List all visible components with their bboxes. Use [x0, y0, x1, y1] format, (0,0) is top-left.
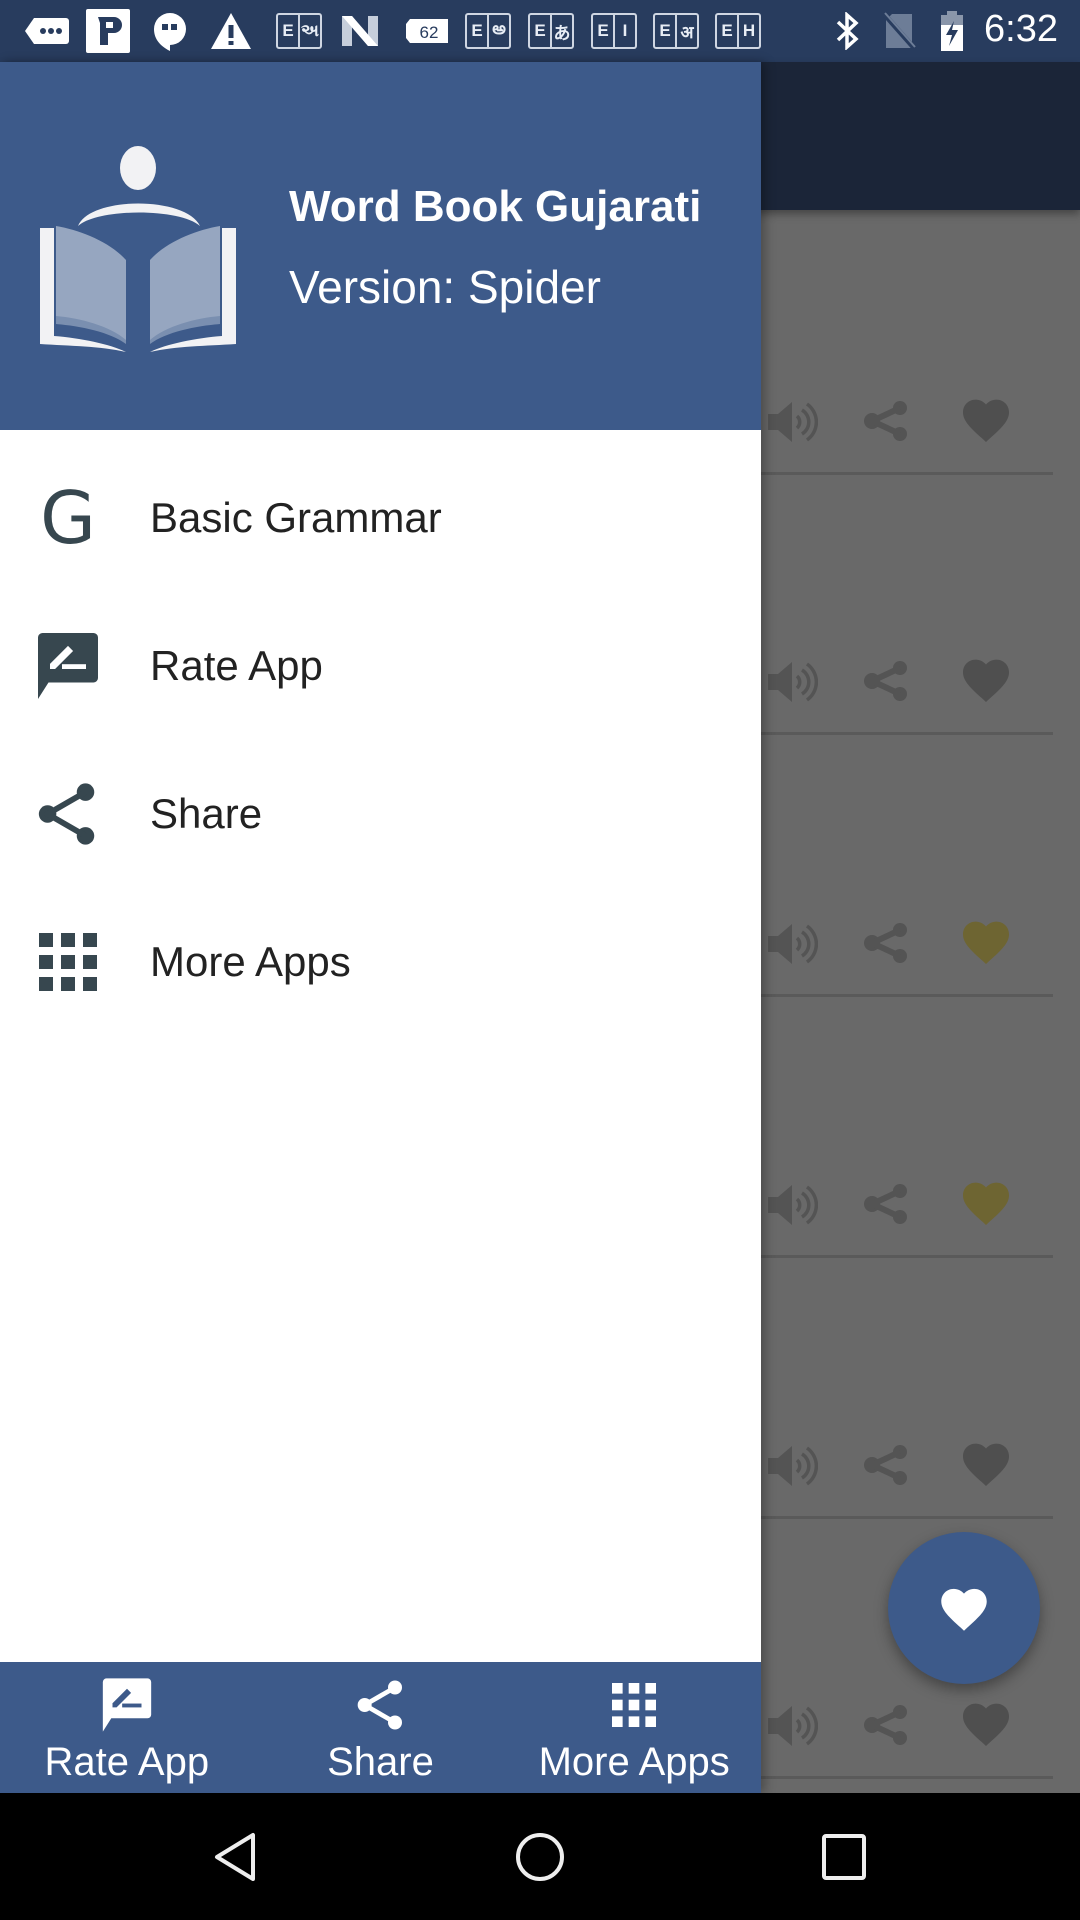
- dictionary-gujarati-icon: Eઅ: [276, 13, 322, 49]
- menu-item-label: Share: [150, 790, 263, 837]
- menu-item-basic-grammar[interactable]: G Basic Grammar: [0, 444, 761, 592]
- bottom-rate-app-button[interactable]: Rate App: [0, 1662, 254, 1793]
- dictionary-eh-icon: EH: [715, 13, 761, 49]
- bottom-item-label: Rate App: [44, 1740, 210, 1784]
- dictionary-hindi-icon: Eअ: [653, 13, 699, 49]
- apps-grid-icon: [28, 922, 108, 1002]
- row-actions: [760, 394, 1060, 454]
- row-actions: [760, 654, 1060, 714]
- menu-item-label: Basic Grammar: [150, 494, 442, 541]
- bottom-more-apps-button[interactable]: More Apps: [507, 1662, 761, 1793]
- speaker-icon[interactable]: [766, 922, 819, 971]
- drawer-header: Word Book Gujarati Version: Spider: [0, 62, 761, 430]
- app-version: Version: Spider: [289, 261, 601, 313]
- word-list-row[interactable]: [760, 737, 1053, 997]
- speaker-icon[interactable]: [766, 660, 819, 709]
- favorite-heart-icon[interactable]: [958, 396, 1014, 447]
- home-icon: [516, 1833, 564, 1881]
- rate-review-icon: [28, 626, 108, 706]
- speaker-icon[interactable]: [766, 400, 819, 449]
- share-icon[interactable]: [862, 400, 910, 447]
- drawer-bottom-bar: Rate App Share More Apps: [0, 1662, 761, 1793]
- more-notifications-icon: [24, 14, 70, 48]
- menu-item-more-apps[interactable]: More Apps: [0, 888, 761, 1036]
- back-button[interactable]: [206, 1829, 266, 1885]
- bottom-item-label: More Apps: [538, 1740, 730, 1784]
- status-bar: Eઅ 62 Eఅ Eあ EI Eअ EH 6:32: [0, 0, 1080, 62]
- row-actions: [760, 1438, 1060, 1498]
- favorite-heart-icon[interactable]: [958, 1700, 1014, 1751]
- word-list-row[interactable]: [760, 998, 1053, 1258]
- favorites-fab[interactable]: [888, 1532, 1040, 1684]
- back-icon: [215, 1833, 255, 1881]
- share-icon[interactable]: [862, 1444, 910, 1491]
- word-list-row[interactable]: [760, 475, 1053, 735]
- hangouts-icon: [152, 13, 188, 51]
- share-icon: [353, 1676, 409, 1734]
- speaker-icon[interactable]: [766, 1444, 819, 1493]
- clock: 6:32: [984, 8, 1058, 50]
- recents-button[interactable]: [814, 1829, 874, 1885]
- navigation-drawer: Word Book Gujarati Version: Spider G Bas…: [0, 62, 761, 1793]
- apps-grid-icon: [612, 1676, 657, 1734]
- home-button[interactable]: [510, 1829, 570, 1885]
- dictionary-ei-icon: EI: [591, 13, 637, 49]
- recents-icon: [822, 1834, 866, 1880]
- system-navigation-bar: [0, 1793, 1080, 1920]
- menu-item-rate-app[interactable]: Rate App: [0, 592, 761, 740]
- svg-text:62: 62: [420, 23, 439, 42]
- bottom-share-button[interactable]: Share: [254, 1662, 508, 1793]
- share-icon[interactable]: [862, 1704, 910, 1751]
- grammar-g-icon: G: [40, 476, 96, 560]
- favorite-heart-icon[interactable]: [958, 1440, 1014, 1491]
- bluetooth-icon: [834, 12, 862, 50]
- p-app-icon: [86, 9, 130, 53]
- favorite-heart-icon[interactable]: [958, 656, 1014, 707]
- share-icon[interactable]: [862, 922, 910, 969]
- favorite-heart-icon[interactable]: [958, 918, 1014, 969]
- word-list-row[interactable]: [760, 215, 1053, 475]
- battery-charging-icon: [940, 11, 964, 51]
- favorite-heart-icon[interactable]: [958, 1179, 1014, 1230]
- warning-icon: [210, 13, 252, 49]
- row-actions: [760, 916, 1060, 976]
- word-list-row[interactable]: [760, 1259, 1053, 1519]
- app-title: Word Book Gujarati: [289, 182, 702, 231]
- rate-review-icon: [98, 1676, 156, 1734]
- speaker-icon[interactable]: [766, 1704, 819, 1753]
- nova-launcher-icon: [340, 14, 380, 48]
- dictionary-japanese-icon: Eあ: [528, 13, 574, 49]
- row-actions: [760, 1177, 1060, 1237]
- share-icon: [28, 774, 108, 854]
- share-icon[interactable]: [862, 1183, 910, 1230]
- speaker-icon[interactable]: [766, 1183, 819, 1232]
- menu-item-label: More Apps: [150, 938, 351, 985]
- share-icon[interactable]: [862, 660, 910, 707]
- row-actions: [760, 1698, 1060, 1758]
- dictionary-telugu-icon: Eఅ: [465, 13, 511, 49]
- heart-icon: [941, 1588, 987, 1631]
- menu-item-share[interactable]: Share: [0, 740, 761, 888]
- bottom-item-label: Share: [327, 1740, 434, 1784]
- no-sim-icon: [882, 12, 916, 50]
- menu-item-label: Rate App: [150, 642, 323, 689]
- badge-62-icon: 62: [404, 14, 450, 48]
- app-logo-icon: [40, 146, 236, 352]
